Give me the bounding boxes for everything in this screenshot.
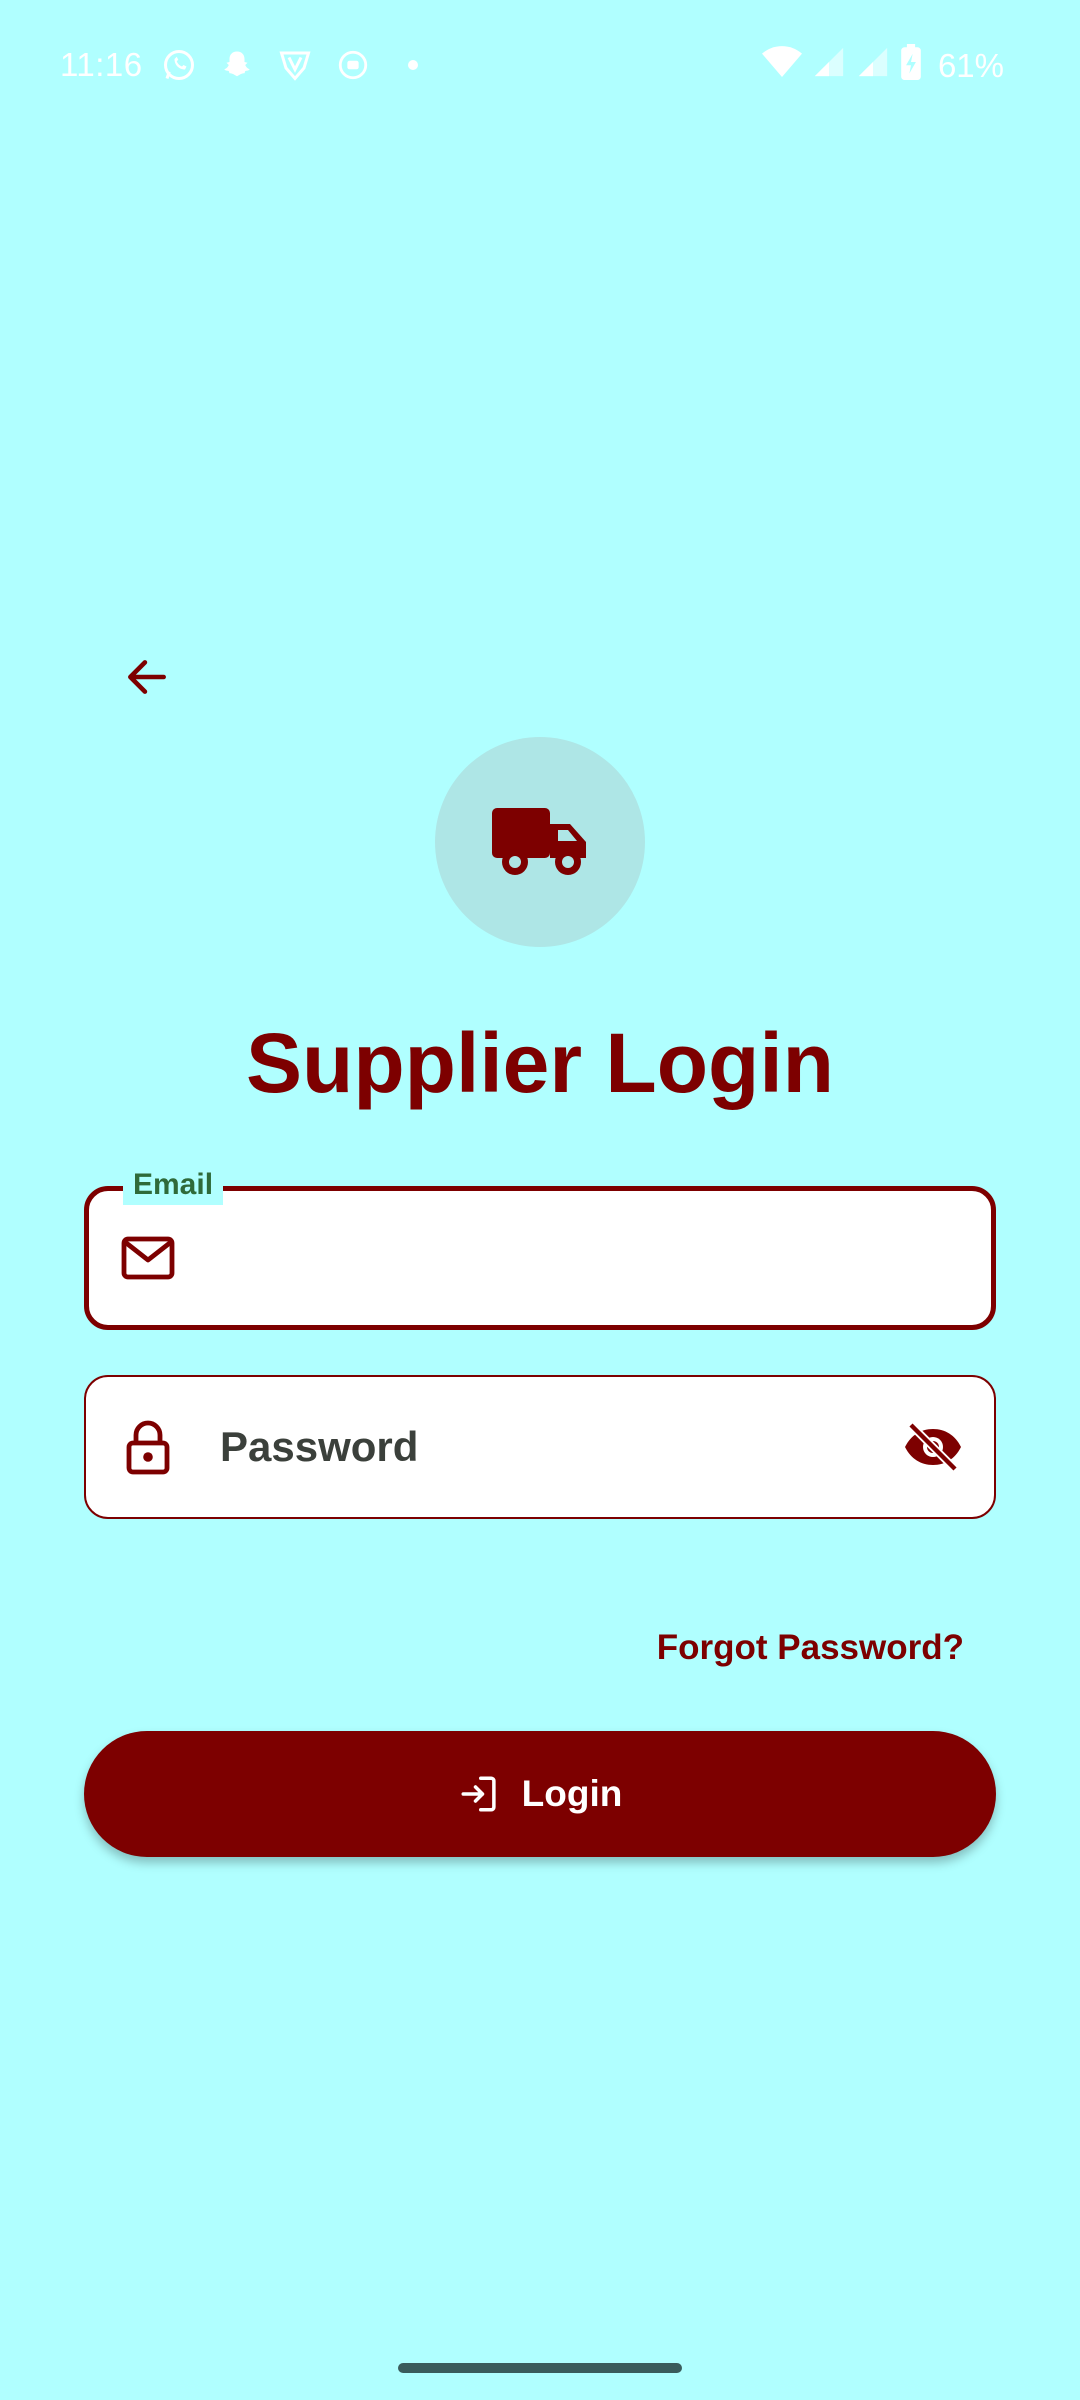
status-bar: 11:16 61% <box>0 0 1080 130</box>
back-button[interactable] <box>110 640 184 714</box>
email-label: Email <box>123 1165 224 1205</box>
login-button[interactable]: Login <box>84 1731 996 1857</box>
signal-icon <box>812 45 846 87</box>
logo-circle <box>435 737 645 947</box>
email-field[interactable]: Email <box>84 1165 996 1330</box>
snapchat-icon <box>218 46 256 84</box>
login-label: Login <box>521 1773 623 1814</box>
screen: 11:16 61% Supplier Login Email Forgot Pa… <box>0 0 1080 2400</box>
password-field[interactable] <box>84 1375 996 1519</box>
mail-icon <box>120 1230 176 1286</box>
whatsapp-icon <box>160 46 198 84</box>
lock-icon <box>120 1419 176 1475</box>
cast-icon <box>334 46 372 84</box>
password-input[interactable] <box>220 1377 884 1517</box>
battery-charging-icon <box>900 44 922 88</box>
status-time: 11:16 <box>60 46 143 83</box>
signal-icon <box>856 45 890 87</box>
wifi-icon <box>761 45 802 87</box>
notification-icons <box>160 46 418 84</box>
arrow-back-icon <box>128 660 166 694</box>
visibility-off-icon[interactable] <box>900 1414 966 1480</box>
battery-percentage: 61% <box>937 47 1004 84</box>
page-title: Supplier Login <box>246 1016 834 1110</box>
truck-icon <box>492 808 586 875</box>
vpn-icon <box>276 46 314 84</box>
system-icons: 61% <box>761 44 1004 88</box>
login-icon <box>461 1776 496 1812</box>
email-input[interactable] <box>220 1191 881 1325</box>
more-notifications-dot <box>408 60 418 70</box>
home-indicator[interactable] <box>398 2363 682 2373</box>
forgot-password-link[interactable]: Forgot Password? <box>657 1628 964 1668</box>
